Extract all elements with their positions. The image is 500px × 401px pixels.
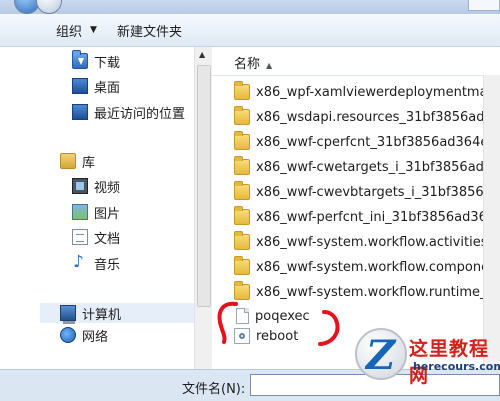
nav-item-label: 文档 [94,231,121,247]
file-row[interactable]: x86_wwf-cperfcnt_31bf3856ad364e35... [234,131,500,153]
nav-item-computer[interactable]: 计算机 [40,303,200,324]
file-row[interactable]: x86_wsdapi.resources_31bf3856ad36... [234,106,500,128]
file-name: x86_wwf-cwevbtargets_i_31bf3856ad... [256,184,500,200]
sort-ascending-icon: ▲ [266,61,273,70]
nav-item-videos[interactable]: 视频 [72,176,120,196]
folder-icon [234,206,250,225]
folder-icon [234,181,250,200]
blank-file-icon [236,308,249,324]
nav-item-label: 视频 [94,180,121,196]
file-name: x86_wwf-perfcnt_ini_31bf3856ad364e... [256,209,500,225]
file-name: poqexec [255,308,310,324]
folder-icon [234,131,250,150]
file-name: x86_wwf-cperfcnt_31bf3856ad364e35... [256,134,500,150]
file-row[interactable]: x86_wwf-cwevbtargets_i_31bf3856ad... [234,181,500,203]
file-row[interactable]: x86_wwf-system.workflow.activities_3... [234,231,500,253]
file-name: x86_wwf-system.workflow.runtime_31... [256,284,500,300]
window-top-strip [0,0,500,14]
nav-item-downloads[interactable]: 下载 [72,50,121,71]
folder-icon [234,256,250,275]
desktop-icon [72,78,88,94]
column-header-name[interactable]: 名称 ▲ [212,47,500,76]
file-list-pane: 名称 ▲ x86_wpf-xamlviewerdeploymentmanif...… [212,47,500,369]
forward-button[interactable] [36,0,62,14]
file-name: reboot [256,328,299,344]
new-folder-label: 新建文件夹 [116,24,182,40]
column-name-label: 名称 [234,57,261,72]
file-name: x86_wwf-cwetargets_i_31bf3856ad36... [256,159,500,175]
nav-item-network[interactable]: 网络 [60,325,108,345]
picture-icon [72,204,88,220]
file-row-poqexec[interactable]: poqexec [234,305,500,327]
file-row[interactable]: x86_wwf-system.workflow.runtime_31... [234,281,500,303]
document-icon [72,229,88,245]
folder-icon [234,231,250,250]
nav-item-music[interactable]: 音乐 [72,252,121,273]
nav-item-label: 库 [82,155,96,171]
organize-menu-button[interactable]: 组织 ▼ [46,18,107,42]
nav-item-libraries[interactable]: 库 [60,151,95,171]
file-name: x86_wpf-xamlviewerdeploymentmanif... [256,84,500,100]
nav-item-documents[interactable]: 文档 [72,227,120,247]
navigation-pane: 下载 桌面 最近访问的位置 库 视频 图片 文档 音乐 计算机 网络 [0,47,212,369]
nav-item-label: 桌面 [94,80,121,96]
computer-icon [60,305,76,324]
watermark-url: herecours.com [413,360,500,373]
chevron-down-icon: ▼ [90,25,97,35]
folder-icon [234,156,250,175]
file-row[interactable]: x86_wwf-system.workflow.component... [234,256,500,278]
nav-item-label: 图片 [94,206,121,222]
file-name: x86_wsdapi.resources_31bf3856ad36... [256,109,500,125]
organize-label: 组织 [56,24,83,40]
music-note-icon [72,252,88,272]
nav-item-label: 下载 [94,55,121,71]
nav-item-label: 网络 [82,329,109,345]
toolbar: 组织 ▼ 新建文件夹 [0,14,500,47]
nav-item-label: 最近访问的位置 [94,106,186,122]
folder-icon [234,106,250,125]
nav-item-recent-places[interactable]: 最近访问的位置 [72,102,185,122]
downloads-folder-icon [72,50,88,69]
file-row[interactable]: x86_wwf-perfcnt_ini_31bf3856ad364e... [234,206,500,228]
nav-item-label: 计算机 [82,307,122,323]
settings-file-icon [234,328,250,344]
nav-item-pictures[interactable]: 图片 [72,202,120,222]
folder-icon [234,281,250,300]
watermark-logo: Z [355,328,407,380]
recent-places-icon [72,104,88,120]
file-row[interactable]: x86_wwf-cwetargets_i_31bf3856ad36... [234,156,500,178]
file-row[interactable]: x86_wpf-xamlviewerdeploymentmanif... [234,81,500,103]
folder-icon [234,81,250,100]
new-folder-button[interactable]: 新建文件夹 [107,18,192,42]
scroll-up-arrow-icon[interactable]: ▲ [199,50,205,59]
scrollbar-thumb[interactable] [197,65,211,307]
watermark: Z 这里教程网 herecours.com [355,328,500,387]
filename-label: 文件名(N): [182,382,246,397]
file-name: x86_wwf-system.workflow.component... [256,259,500,275]
window-control[interactable] [468,0,500,11]
network-globe-icon [60,327,76,343]
nav-item-desktop[interactable]: 桌面 [72,76,120,96]
navigation-scrollbar[interactable]: ▲ [194,47,212,369]
library-icon [60,153,76,169]
file-list-scrollbar[interactable] [483,75,500,369]
file-name: x86_wwf-system.workflow.activities_3... [256,234,500,250]
nav-item-label: 音乐 [94,257,121,273]
video-icon [72,178,88,194]
